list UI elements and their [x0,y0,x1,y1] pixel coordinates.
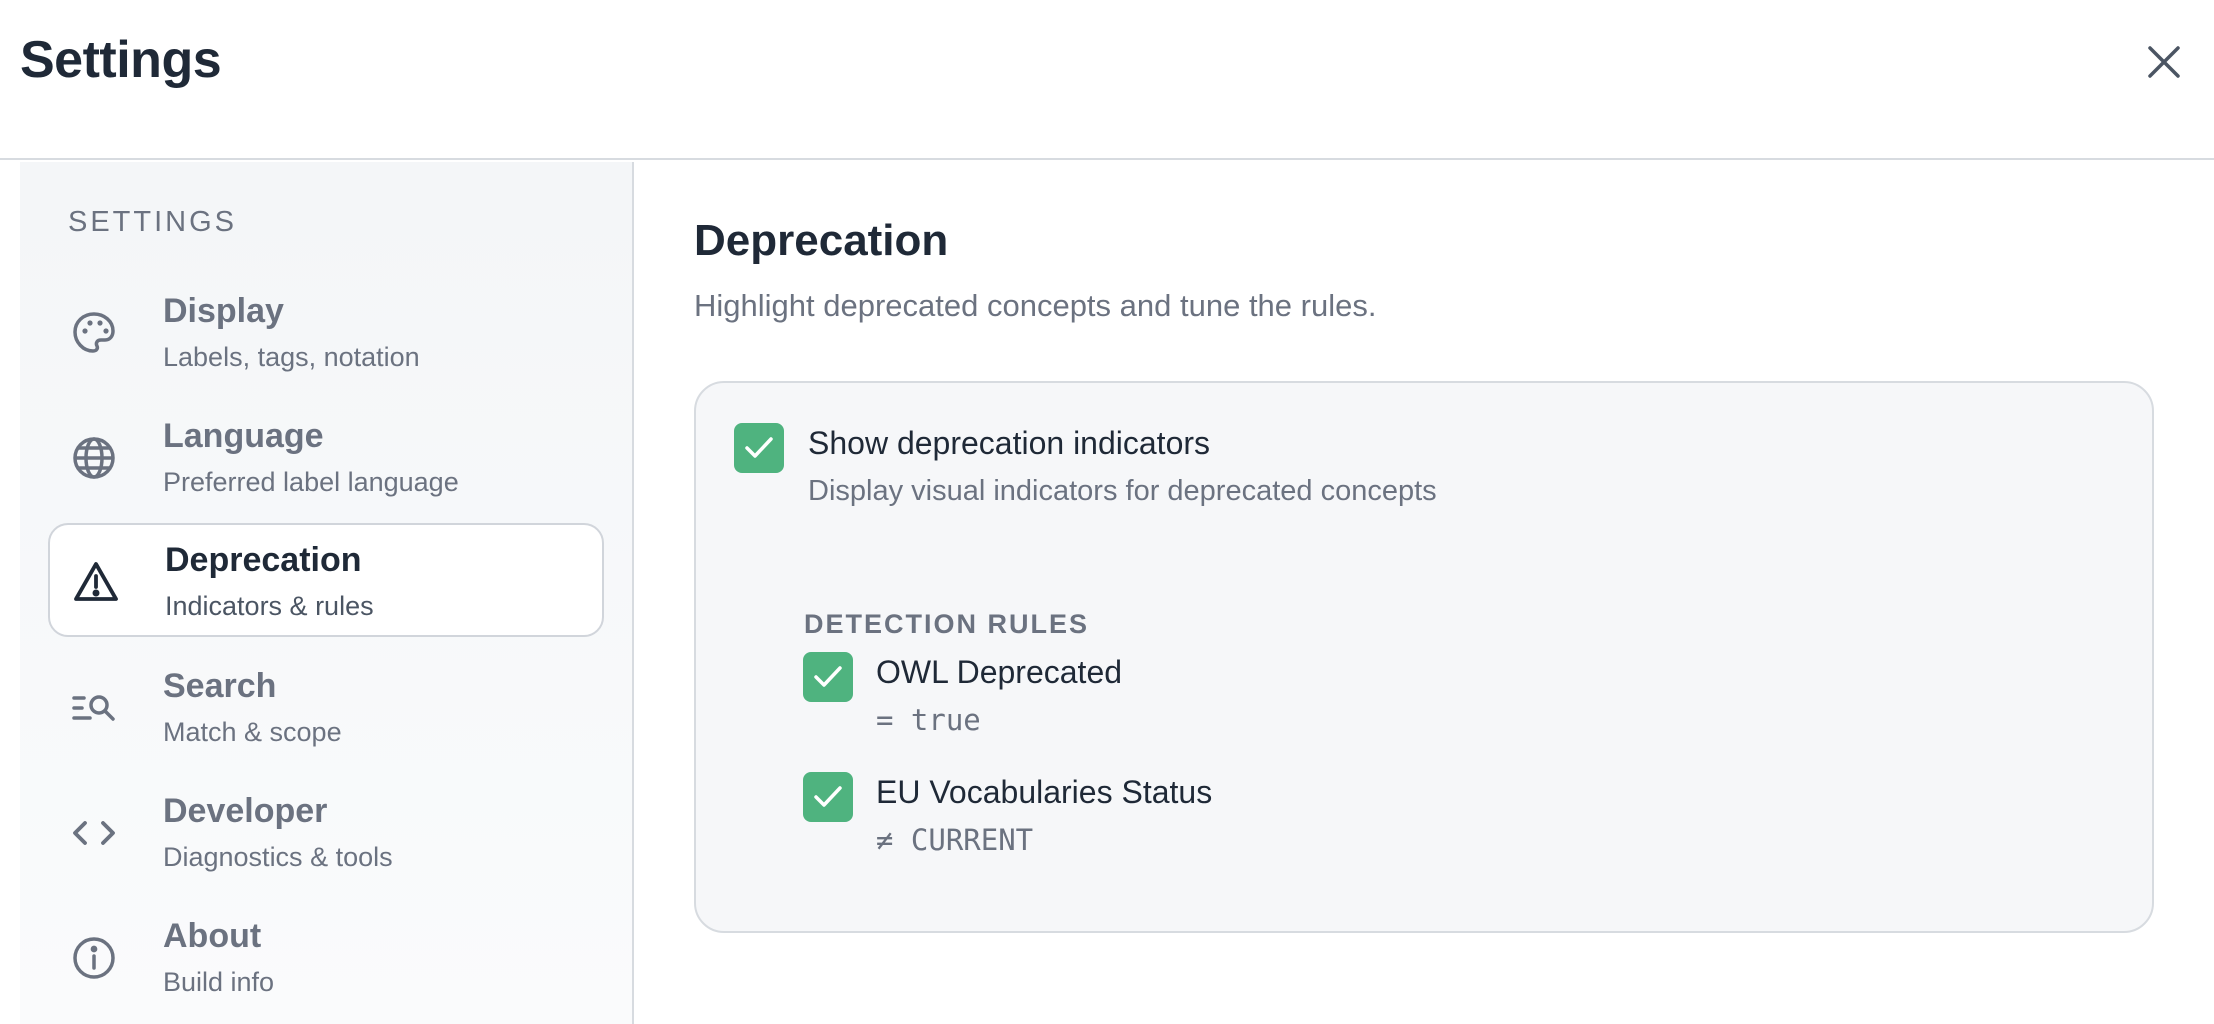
sidebar-item-display[interactable]: Display Labels, tags, notation [48,276,604,390]
sidebar-item-description: Indicators & rules [165,591,374,621]
sidebar-item-developer[interactable]: Developer Diagnostics & tools [48,776,604,890]
palette-icon [70,309,118,357]
sidebar-item-label: Search [163,667,277,705]
dialog-header: Settings [0,0,2214,160]
section-description: Highlight deprecated concepts and tune t… [694,288,1377,323]
sidebar-item-label: Deprecation [165,541,362,579]
globe-icon [70,434,118,482]
rule-owl-deprecated-checkbox[interactable] [803,652,853,702]
settings-sidebar: SETTINGS Display Labels, tags, notation … [20,162,634,1024]
detection-rules-heading: DETECTION RULES [804,609,1090,639]
warning-triangle-icon [72,558,120,606]
sidebar-item-about[interactable]: About Build info [48,901,604,1015]
rule-label: OWL Deprecated [876,654,1123,690]
sidebar-item-deprecation[interactable]: Deprecation Indicators & rules [48,523,604,637]
close-button[interactable] [2140,38,2188,86]
sidebar-item-language[interactable]: Language Preferred label language [48,401,604,515]
close-icon [2148,46,2180,78]
sidebar-item-label: Display [163,292,284,330]
section-title: Deprecation [694,216,949,265]
search-list-icon [70,684,118,732]
rule-condition: ≠ CURRENT [876,823,1034,857]
rule-eu-vocabularies-checkbox[interactable] [803,772,853,822]
sidebar-heading: SETTINGS [68,206,238,238]
checkmark-icon [814,666,842,687]
info-icon [70,934,118,982]
show-indicators-checkbox[interactable] [734,423,784,473]
rule-label: EU Vocabularies Status [876,774,1213,810]
deprecation-settings-card: Show deprecation indicators Display visu… [694,381,2154,933]
checkmark-icon [745,437,773,458]
show-indicators-label: Show deprecation indicators [808,425,1211,461]
sidebar-item-description: Labels, tags, notation [163,342,420,372]
sidebar-item-search[interactable]: Search Match & scope [48,651,604,765]
sidebar-item-description: Diagnostics & tools [163,842,393,872]
sidebar-item-label: Language [163,417,324,455]
code-icon [70,809,118,857]
checkmark-icon [814,786,842,807]
sidebar-item-description: Match & scope [163,717,342,747]
show-indicators-description: Display visual indicators for deprecated… [808,475,1437,507]
rule-condition: = true [876,703,981,737]
sidebar-item-description: Preferred label language [163,467,459,497]
sidebar-item-label: Developer [163,792,328,830]
page-title: Settings [20,31,222,89]
sidebar-item-label: About [163,917,262,955]
sidebar-item-description: Build info [163,967,275,997]
settings-content: Deprecation Highlight deprecated concept… [636,162,2214,1024]
